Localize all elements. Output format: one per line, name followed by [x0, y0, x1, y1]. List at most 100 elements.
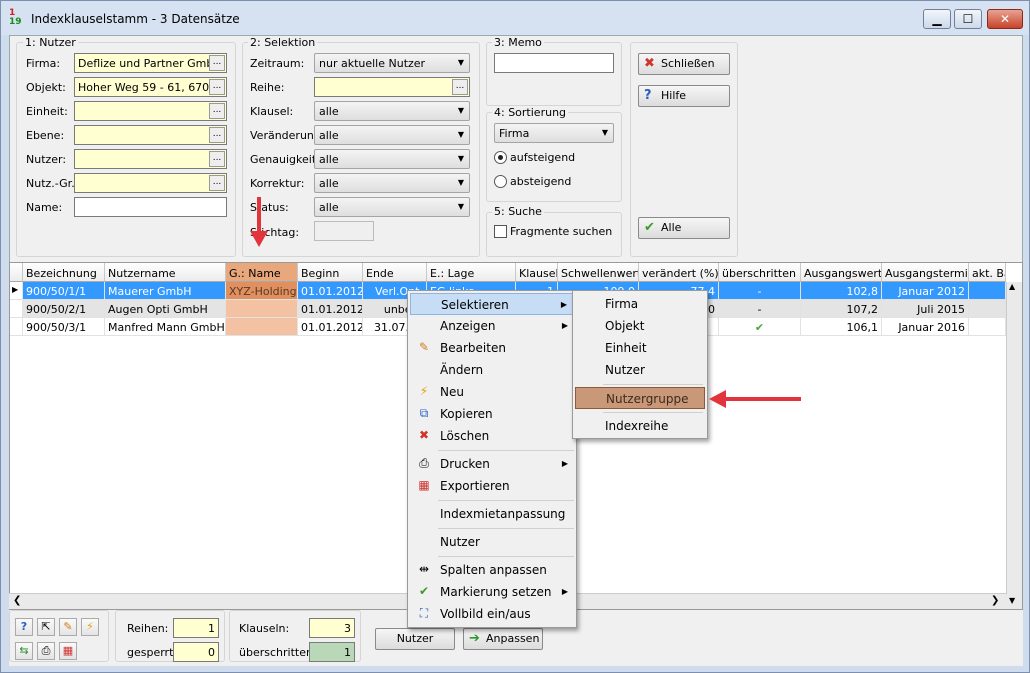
vertical-scrollbar[interactable]: ▲ ▼	[1006, 282, 1022, 609]
table-cell[interactable]: Januar 2012	[882, 282, 969, 300]
sortierung-select[interactable]: Firma ▼	[494, 123, 614, 143]
submenu-item-einheit[interactable]: Einheit	[575, 337, 705, 359]
menu-item-neu[interactable]: ⚡ Neu	[410, 381, 574, 403]
ebene-browse-button[interactable]: ...	[209, 127, 225, 143]
help-button[interactable]: ? Hilfe	[638, 85, 730, 107]
submenu-item-indexreihe[interactable]: Indexreihe	[575, 415, 705, 437]
pencil-icon[interactable]: ✎	[59, 618, 77, 636]
stichtag-field[interactable]	[314, 221, 374, 241]
table-cell[interactable]: 102,8	[801, 282, 882, 300]
name-field[interactable]	[74, 197, 227, 217]
header-bezeichnung[interactable]: Bezeichnung	[23, 263, 105, 282]
table-cell[interactable]: 01.01.2012	[298, 282, 363, 300]
table-cell[interactable]	[969, 318, 1006, 336]
aufsteigend-radio[interactable]	[494, 151, 507, 164]
menu-item-bearbeiten[interactable]: ✎ Bearbeiten	[410, 337, 574, 359]
submenu-item-nutzer[interactable]: Nutzer	[575, 359, 705, 381]
menu-item-loeschen[interactable]: ✖ Löschen	[410, 425, 574, 447]
all-button[interactable]: ✔ Alle	[638, 217, 730, 239]
table-cell[interactable]: Mauerer GmbH	[105, 282, 226, 300]
menu-item-exportieren[interactable]: ▦ Exportieren	[410, 475, 574, 497]
header-schwellenwert[interactable]: Schwellenwert	[558, 263, 639, 282]
table-cell[interactable]	[969, 300, 1006, 318]
cursor-icon[interactable]: ⇱	[37, 618, 55, 636]
print-icon[interactable]: ⎙	[37, 642, 55, 660]
table-cell[interactable]: XYZ-Holding	[226, 282, 298, 300]
submenu-item-firma[interactable]: Firma	[575, 293, 705, 315]
header-g-name[interactable]: G.: Name	[226, 263, 298, 282]
table-cell[interactable]: -	[719, 282, 801, 300]
zeitraum-select[interactable]: nur aktuelle Nutzer ▼	[314, 53, 470, 73]
scroll-left-icon[interactable]: ❮	[13, 595, 21, 606]
einheit-field[interactable]: ...	[74, 101, 227, 121]
klausel-select[interactable]: alle ▼	[314, 101, 470, 121]
scroll-up-icon[interactable]: ▲	[1009, 282, 1015, 291]
scroll-right-icon[interactable]: ❯	[991, 595, 999, 606]
table-cell[interactable]: 900/50/3/1	[23, 318, 105, 336]
korrektur-select[interactable]: alle ▼	[314, 173, 470, 193]
absteigend-radio[interactable]	[494, 175, 507, 188]
objekt-field[interactable]: Hoher Weg 59 - 61, 67059...	[74, 77, 227, 97]
header-ueberschritten[interactable]: überschritten	[719, 263, 801, 282]
anpassen-button[interactable]: ➔ Anpassen	[463, 628, 543, 650]
nutzer-button[interactable]: Nutzer	[375, 628, 455, 650]
maximize-button[interactable]: ☐	[954, 9, 982, 29]
memo-field[interactable]	[494, 53, 614, 73]
header-ausgangswert[interactable]: Ausgangswert	[801, 263, 882, 282]
reihe-browse-button[interactable]: ...	[452, 79, 468, 95]
menu-item-vollbild[interactable]: ⛶ Vollbild ein/aus	[410, 603, 574, 625]
table-cell[interactable]: Januar 2016	[882, 318, 969, 336]
header-veraendert[interactable]: verändert (%)	[639, 263, 719, 282]
table-cell[interactable]: Augen Opti GmbH	[105, 300, 226, 318]
nutzer-field[interactable]: ...	[74, 149, 227, 169]
table-cell[interactable]: 900/50/2/1	[23, 300, 105, 318]
header-e-lage[interactable]: E.: Lage	[427, 263, 516, 282]
export-icon[interactable]: ▦	[59, 642, 77, 660]
ebene-field[interactable]: ...	[74, 125, 227, 145]
scroll-down-icon[interactable]: ▼	[1009, 596, 1015, 605]
menu-item-aendern[interactable]: Ändern	[410, 359, 574, 381]
einheit-browse-button[interactable]: ...	[209, 103, 225, 119]
header-akt-ba[interactable]: akt. Ba	[969, 263, 1006, 282]
table-cell[interactable]	[969, 282, 1006, 300]
table-cell[interactable]: -	[719, 300, 801, 318]
menu-item-selektieren[interactable]: Selektieren ▶	[410, 293, 574, 315]
submenu-item-nutzergruppe[interactable]: Nutzergruppe	[575, 387, 705, 409]
table-cell[interactable]: 01.01.2012	[298, 300, 363, 318]
close-window-button[interactable]: ✕	[987, 9, 1023, 29]
fragmente-checkbox[interactable]	[494, 225, 507, 238]
table-cell[interactable]: Manfred Mann GmbH	[105, 318, 226, 336]
menu-item-nutzer[interactable]: Nutzer	[410, 531, 574, 553]
title-bar[interactable]: 1 19 Indexklauselstamm - 3 Datensätze ▁ ☐…	[1, 1, 1029, 35]
veraenderung-select[interactable]: alle ▼	[314, 125, 470, 145]
status-select[interactable]: alle ▼	[314, 197, 470, 217]
table-cell[interactable]	[226, 318, 298, 336]
firma-browse-button[interactable]: ...	[209, 55, 225, 71]
nutzgr-field[interactable]: ...	[74, 173, 227, 193]
firma-field[interactable]: Deflize und Partner GmbH...	[74, 53, 227, 73]
minimize-button[interactable]: ▁	[923, 9, 951, 29]
menu-item-indexmietanpassung[interactable]: Indexmietanpassung	[410, 503, 574, 525]
nutzer-browse-button[interactable]: ...	[209, 151, 225, 167]
header-beginn[interactable]: Beginn	[298, 263, 363, 282]
menu-item-spalten-anpassen[interactable]: ⇹ Spalten anpassen	[410, 559, 574, 581]
genauigkeit-select[interactable]: alle ▼	[314, 149, 470, 169]
table-cell[interactable]: 900/50/1/1	[23, 282, 105, 300]
header-nutzername[interactable]: Nutzername	[105, 263, 226, 282]
menu-item-anzeigen[interactable]: Anzeigen ▶	[410, 315, 574, 337]
table-cell[interactable]: Juli 2015	[882, 300, 969, 318]
header-ausgangstermin[interactable]: Ausgangstermin	[882, 263, 969, 282]
table-cell[interactable]: 01.01.2012	[298, 318, 363, 336]
lightning-icon[interactable]: ⚡	[81, 618, 99, 636]
table-cell[interactable]: ✔	[719, 318, 801, 336]
submenu-item-objekt[interactable]: Objekt	[575, 315, 705, 337]
menu-item-drucken[interactable]: ⎙ Drucken ▶	[410, 453, 574, 475]
help-icon[interactable]: ?	[15, 618, 33, 636]
header-ende[interactable]: Ende	[363, 263, 427, 282]
table-cell[interactable]: 106,1	[801, 318, 882, 336]
menu-item-markierung-setzen[interactable]: ✔ Markierung setzen ▶	[410, 581, 574, 603]
reihe-field[interactable]: ...	[314, 77, 470, 97]
nutzgr-browse-button[interactable]: ...	[209, 175, 225, 191]
menu-item-kopieren[interactable]: ⧉ Kopieren	[410, 403, 574, 425]
table-cell[interactable]: 107,2	[801, 300, 882, 318]
